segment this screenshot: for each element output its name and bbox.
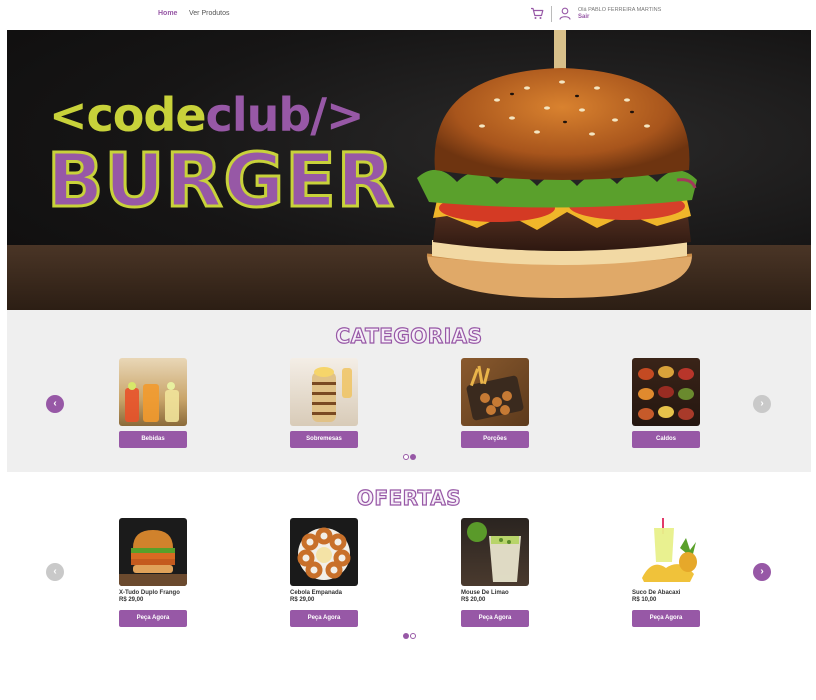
brand-code-text: <code [49,88,207,142]
order-button-xtudo[interactable]: Peça Agora [119,610,187,627]
offers-page-dot-2[interactable] [410,633,416,639]
category-image-bebidas[interactable] [119,358,187,426]
product-image-suco[interactable] [632,518,700,586]
product-name-xtudo: X-Tudo Duplo Frango [119,590,180,596]
brand-logo-code: <codeclub/> [49,88,365,142]
product-price-suco: R$ 10,00 [632,597,657,603]
offers-section: OFERTAS ‹ › X-Tudo Duplo Frango R$ 29,00… [7,472,811,652]
categories-prev-button[interactable]: ‹ [46,395,64,413]
brand-club-text: club/> [205,88,365,142]
category-button-caldos[interactable]: Caldos [632,431,700,448]
categories-section: CATEGORIAS ‹ › Bebidas Sobremesas Porçõe… [7,310,811,472]
user-icon [559,7,571,20]
header: Home Ver Produtos Olá PABLO FERREIRA MAR… [0,0,816,30]
categories-title: CATEGORIAS [335,323,483,348]
chevron-right-icon: › [760,566,764,577]
product-name-mousse: Mouse De Limao [461,590,509,596]
category-button-porcoes[interactable]: Porções [461,431,529,448]
category-button-sobremesas[interactable]: Sobremesas [290,431,358,448]
hero-banner: <codeclub/> BURGER [7,30,811,310]
categories-page-dot-2[interactable] [410,454,416,460]
product-name-cebola: Cebola Empanada [290,590,343,596]
burger-image [417,30,697,298]
offers-prev-button[interactable]: ‹ [46,563,64,581]
nav-home-link[interactable]: Home [158,10,177,17]
header-divider [551,6,552,22]
order-button-mousse[interactable]: Peça Agora [461,610,529,627]
page: Home Ver Produtos Olá PABLO FERREIRA MAR… [0,0,816,700]
nav-products-link[interactable]: Ver Produtos [189,10,229,17]
logout-link[interactable]: Sair [578,14,589,20]
product-price-mousse: R$ 20,00 [461,597,486,603]
chevron-right-icon: › [760,398,764,409]
product-name-suco: Suco De Abacaxi [632,590,681,596]
user-greeting: Olá PABLO FERREIRA MARTINS [578,7,662,13]
product-image-xtudo[interactable] [119,518,187,586]
offers-title: OFERTAS [356,485,462,510]
categories-next-button[interactable]: › [753,395,771,413]
offers-page-dot-1[interactable] [403,633,409,639]
category-image-sobremesas[interactable] [290,358,358,426]
categories-page-dot-1[interactable] [403,454,409,460]
category-button-bebidas[interactable]: Bebidas [119,431,187,448]
product-price-xtudo: R$ 29,00 [119,597,144,603]
product-image-cebola[interactable] [290,518,358,586]
product-image-mousse[interactable] [461,518,529,586]
cart-icon[interactable] [530,7,544,20]
chevron-left-icon: ‹ [53,566,57,577]
offers-next-button[interactable]: › [753,563,771,581]
order-button-suco[interactable]: Peça Agora [632,610,700,627]
chevron-left-icon: ‹ [53,398,57,409]
category-image-caldos[interactable] [632,358,700,426]
category-image-porcoes[interactable] [461,358,529,426]
brand-burger-text: BURGER [46,137,396,226]
product-price-cebola: R$ 29,00 [290,597,315,603]
order-button-cebola[interactable]: Peça Agora [290,610,358,627]
